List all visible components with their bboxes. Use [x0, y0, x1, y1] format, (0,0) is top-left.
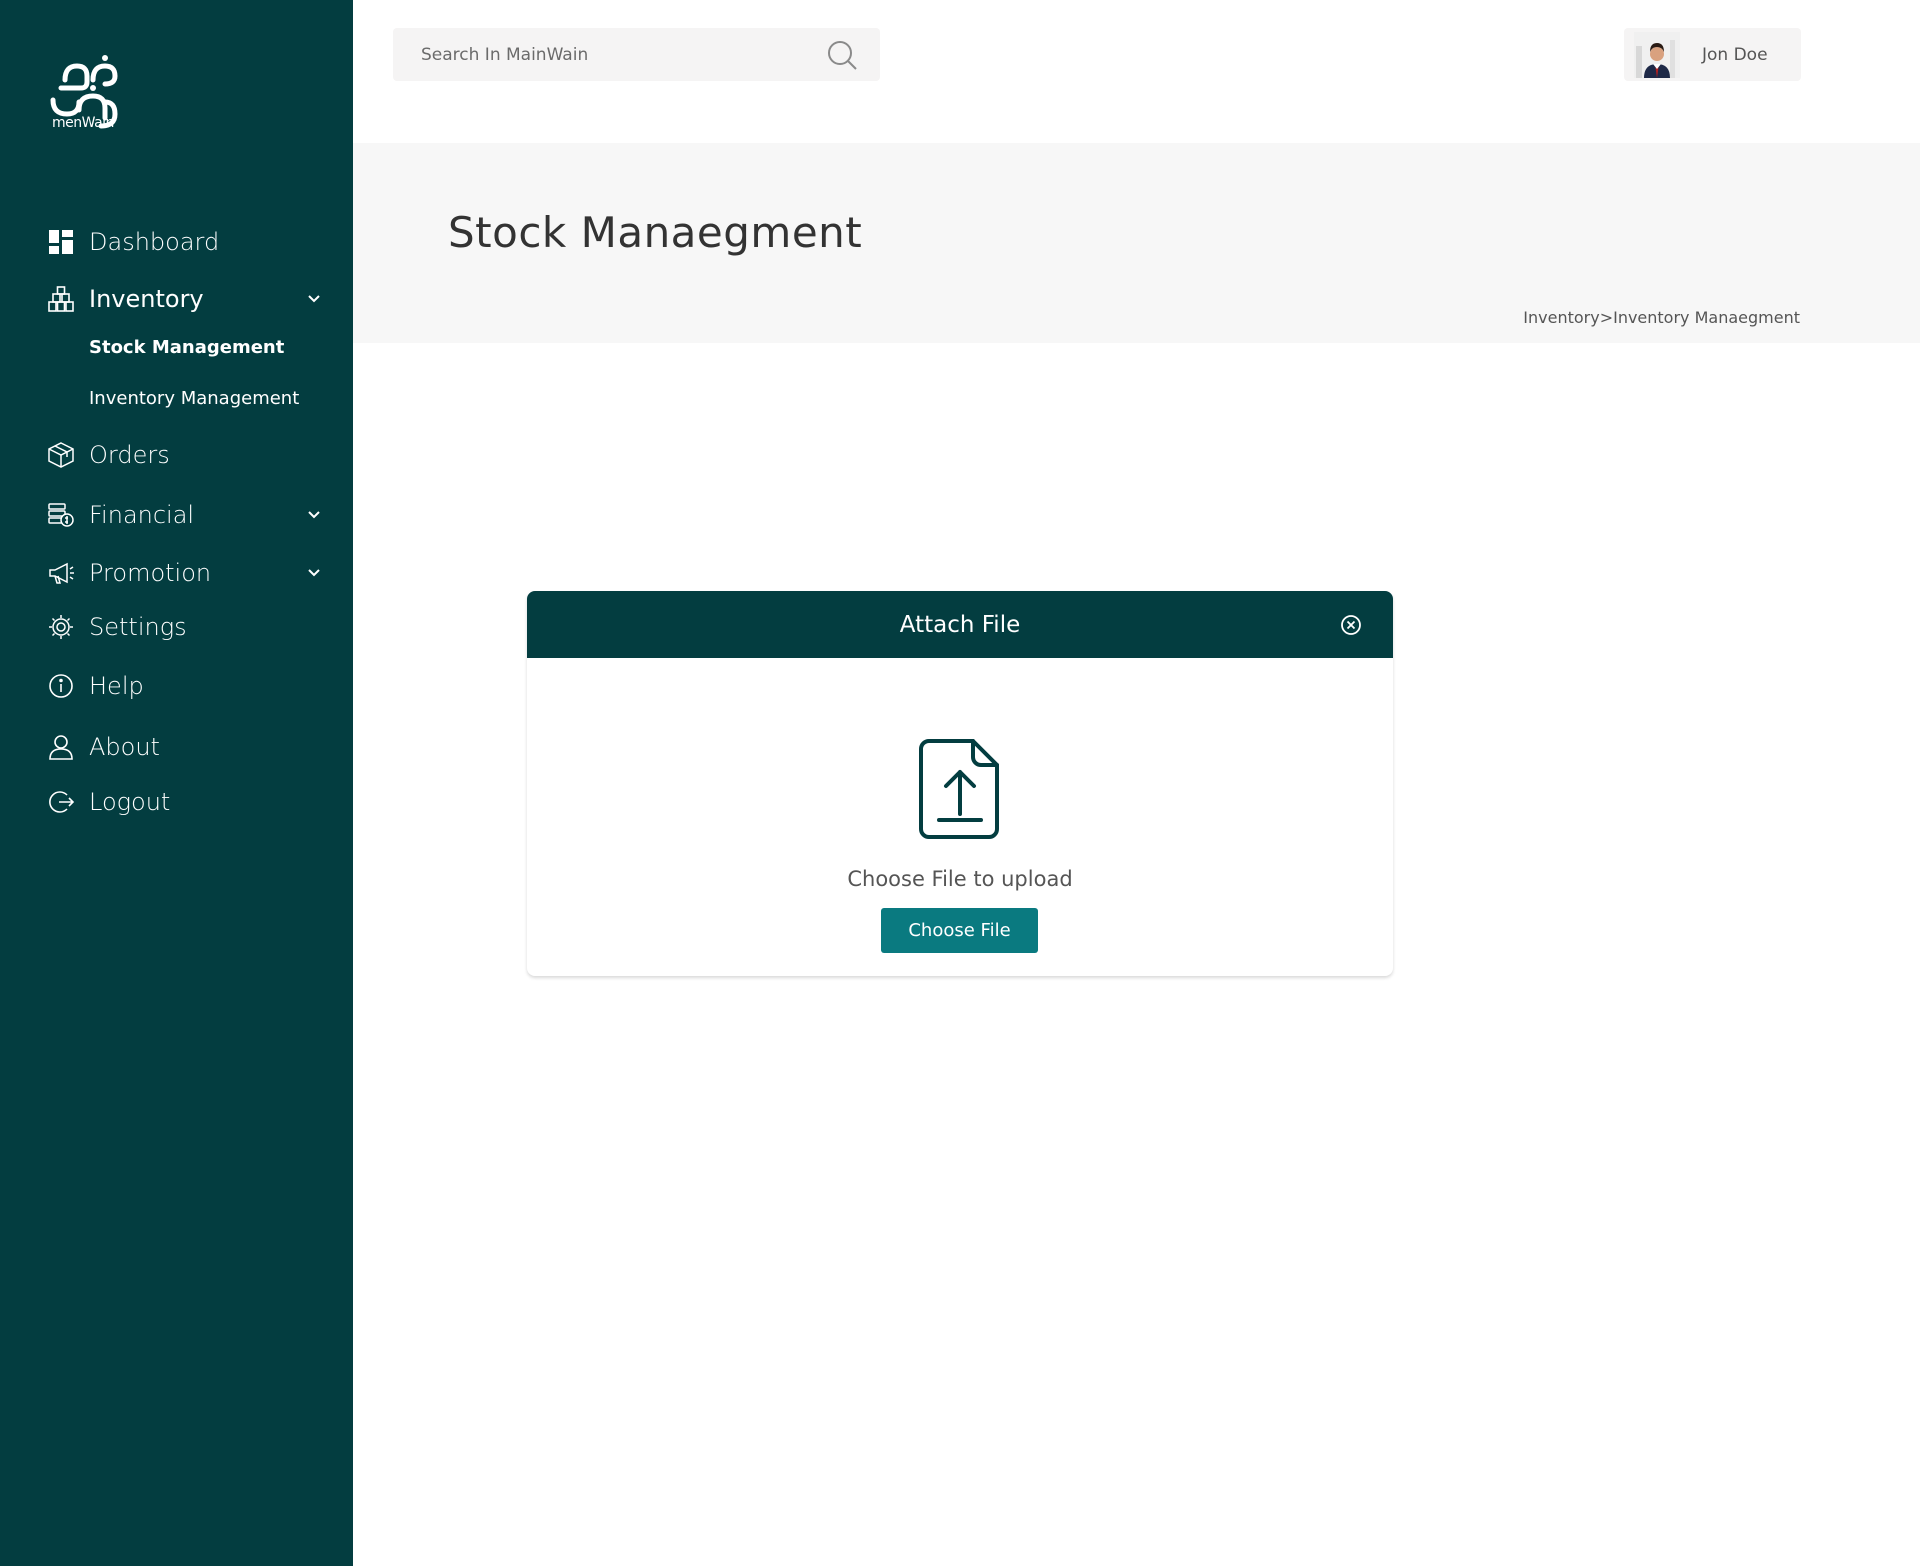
dashboard-icon	[47, 228, 75, 256]
search-icon[interactable]	[826, 39, 858, 71]
orders-icon	[47, 441, 75, 469]
user-name: Jon Doe	[1702, 44, 1768, 65]
breadcrumb[interactable]: Inventory>Inventory Manaegment	[1523, 308, 1800, 327]
search-input[interactable]: Search In MainWain	[393, 28, 880, 81]
sidebar-item-financial[interactable]: Financial	[47, 497, 337, 533]
file-upload-icon	[919, 739, 999, 839]
close-icon[interactable]	[1339, 613, 1363, 637]
sidebar: menWain Dashboard Inventory Stock Manage…	[0, 0, 353, 1566]
choose-file-button[interactable]: Choose File	[881, 908, 1038, 953]
sidebar-item-settings[interactable]: Settings	[47, 609, 337, 645]
sidebar-item-inventory[interactable]: Inventory	[47, 281, 337, 317]
sidebar-item-help[interactable]: Help	[47, 668, 337, 704]
sidebar-item-label: Inventory	[89, 285, 204, 313]
sidebar-item-label: Settings	[89, 613, 187, 641]
sidebar-subitem-inventory-management[interactable]: Inventory Management	[89, 388, 299, 409]
sidebar-item-label: About	[89, 733, 160, 761]
modal-title: Attach File	[899, 611, 1021, 638]
chevron-down-icon[interactable]	[305, 506, 323, 524]
chevron-down-icon[interactable]	[305, 564, 323, 582]
search-placeholder: Search In MainWain	[421, 44, 589, 65]
logout-icon	[47, 788, 75, 816]
financial-icon	[47, 501, 75, 529]
megaphone-icon	[47, 559, 75, 587]
avatar	[1634, 31, 1680, 78]
sidebar-item-label: Financial	[89, 501, 195, 529]
inventory-icon	[47, 285, 75, 313]
modal-header: Attach File	[527, 591, 1393, 658]
sidebar-item-label: Help	[89, 672, 144, 700]
sidebar-item-logout[interactable]: Logout	[47, 784, 337, 820]
info-icon	[47, 672, 75, 700]
sidebar-item-orders[interactable]: Orders	[47, 437, 337, 473]
sidebar-item-promotion[interactable]: Promotion	[47, 555, 337, 591]
user-menu[interactable]: Jon Doe	[1624, 28, 1801, 81]
sidebar-subitem-stock-management[interactable]: Stock Management	[89, 337, 284, 358]
brand-logo-text: menWain	[52, 115, 114, 131]
user-icon	[47, 733, 75, 761]
sidebar-item-label: Promotion	[89, 559, 212, 587]
sidebar-item-dashboard[interactable]: Dashboard	[47, 224, 337, 260]
sidebar-item-label: Dashboard	[89, 228, 220, 256]
sidebar-item-about[interactable]: About	[47, 729, 337, 765]
upload-prompt: Choose File to upload	[847, 867, 1073, 891]
attach-file-modal: Attach File Choose File to upload Choose…	[527, 591, 1393, 976]
sidebar-item-label: Orders	[89, 441, 170, 469]
gear-icon	[47, 613, 75, 641]
page-title: Stock Manaegment	[448, 208, 863, 257]
sidebar-item-label: Logout	[89, 788, 171, 816]
chevron-down-icon[interactable]	[305, 290, 323, 308]
